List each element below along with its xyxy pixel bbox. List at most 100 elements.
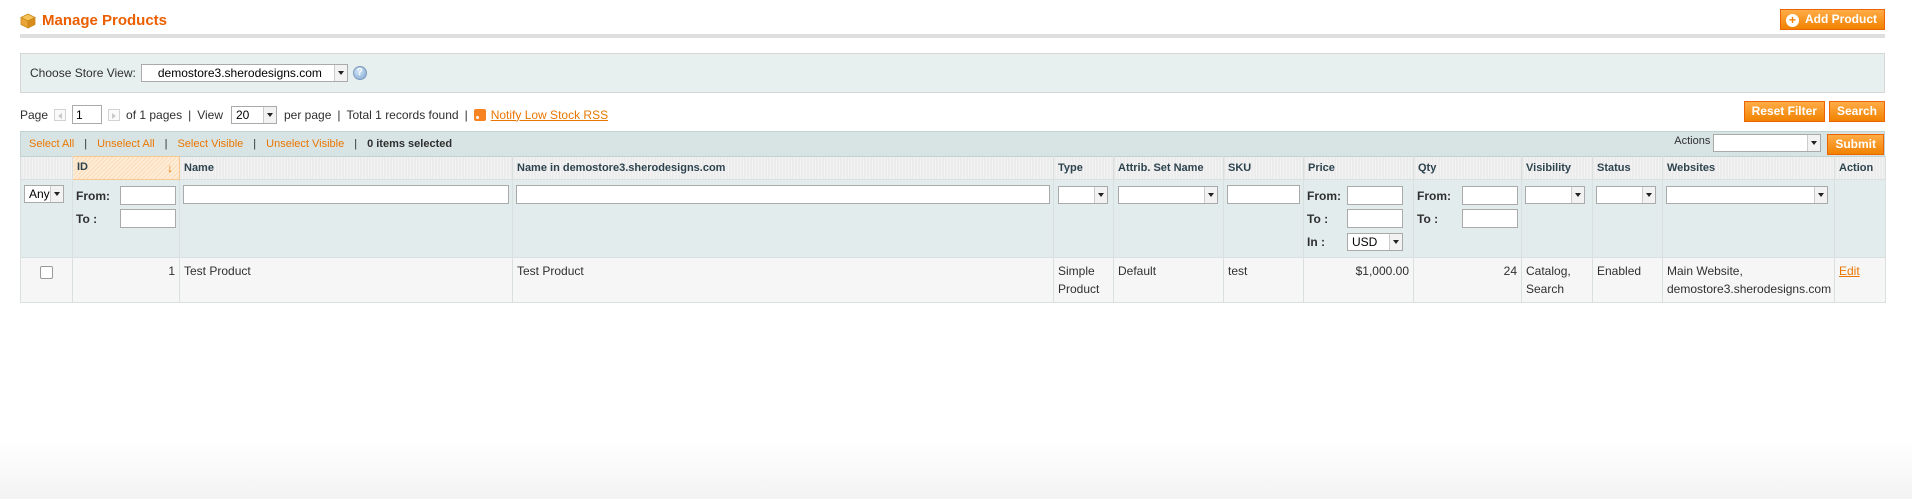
filter-store-name-cell	[512, 179, 1054, 258]
price-in-label: In :	[1307, 234, 1325, 249]
visibility-filter-select[interactable]	[1525, 186, 1585, 204]
unselect-all-link[interactable]: Unselect All	[97, 138, 154, 150]
pager-controls: Page of 1 pages | View 20 per page | Tot…	[20, 105, 608, 124]
filter-websites-cell	[1662, 179, 1835, 258]
row-websites: Main Website, demostore3.sherodesigns.com	[1662, 257, 1835, 303]
chevron-down-icon	[1389, 233, 1402, 250]
col-header-visibility[interactable]: Visibility	[1521, 156, 1593, 180]
row-visibility: Catalog, Search	[1521, 257, 1593, 303]
col-header-store-name[interactable]: Name in demostore3.sherodesigns.com	[512, 156, 1054, 180]
price-to-input[interactable]	[1347, 209, 1403, 228]
store-switcher-label: Choose Store View:	[30, 66, 136, 80]
col-header-status[interactable]: Status	[1592, 156, 1663, 180]
chevron-down-icon	[1814, 187, 1827, 203]
row-select-cell	[20, 257, 73, 303]
col-header-id[interactable]: ID ↓	[72, 156, 180, 180]
row-checkbox[interactable]	[40, 266, 53, 279]
name-filter-input[interactable]	[183, 185, 509, 204]
qty-from-input[interactable]	[1462, 186, 1518, 205]
sort-desc-icon: ↓	[167, 161, 173, 175]
separator: |	[84, 138, 88, 150]
filter-sku-cell	[1223, 179, 1304, 258]
content-area: Manage Products + Add Product Choose Stor…	[20, 0, 1886, 303]
col-header-name[interactable]: Name	[179, 156, 513, 180]
unselect-visible-link[interactable]: Unselect Visible	[266, 138, 344, 150]
select-all-link[interactable]: Select All	[29, 138, 74, 150]
grid-filter-row: Any From: To : From: To : In : USD From:…	[20, 179, 1886, 258]
row-qty: 24	[1413, 257, 1522, 303]
chevron-down-icon	[1094, 187, 1107, 203]
col-header-price[interactable]: Price	[1303, 156, 1414, 180]
col-header-sku[interactable]: SKU	[1223, 156, 1304, 180]
store-switcher: Choose Store View: demostore3.sherodesig…	[20, 53, 1885, 93]
col-header-id-label: ID	[77, 161, 88, 173]
row-websites-line-2: demostore3.sherodesigns.com	[1667, 282, 1832, 296]
id-to-input[interactable]	[120, 209, 176, 228]
currency-select[interactable]: USD	[1347, 232, 1403, 251]
separator: |	[354, 138, 358, 150]
row-websites-line-1: Main Website,	[1667, 264, 1743, 278]
col-header-websites[interactable]: Websites	[1662, 156, 1835, 180]
submit-button[interactable]: Submit	[1827, 134, 1884, 155]
page-footer-fade	[0, 440, 1912, 499]
page-title-block: Manage Products	[20, 12, 167, 29]
col-header-qty[interactable]: Qty	[1413, 156, 1522, 180]
pager-bar: Page of 1 pages | View 20 per page | Tot…	[20, 101, 1885, 131]
type-filter-select[interactable]	[1058, 186, 1108, 204]
store-view-value: demostore3.sherodesigns.com	[157, 66, 322, 80]
filter-attrib-cell	[1113, 179, 1224, 258]
websites-filter-select[interactable]	[1666, 186, 1828, 204]
per-page-select[interactable]: 20	[231, 105, 277, 124]
massaction-bar: Select All | Unselect All | Select Visib…	[20, 131, 1885, 156]
add-product-button[interactable]: + Add Product	[1780, 9, 1885, 30]
products-grid: ID ↓ Name Name in demostore3.sherodesigns…	[20, 156, 1886, 303]
reset-filter-button[interactable]: Reset Filter	[1743, 101, 1825, 122]
search-button[interactable]: Search	[1828, 101, 1885, 122]
filter-qty-cell: From: To :	[1413, 179, 1522, 258]
filter-visibility-cell	[1521, 179, 1593, 258]
page-header: Manage Products + Add Product	[20, 0, 1885, 38]
id-from-input[interactable]	[120, 186, 176, 205]
chevron-down-icon	[1642, 187, 1655, 203]
filter-status-cell	[1592, 179, 1663, 258]
separator: |	[253, 138, 257, 150]
page-number-input[interactable]	[72, 105, 103, 124]
notify-low-stock-link[interactable]: Notify Low Stock RSS	[491, 108, 608, 122]
row-type-line-1: Simple	[1058, 264, 1095, 278]
per-page-value: 20	[236, 107, 250, 122]
select-visible-link[interactable]: Select Visible	[177, 138, 243, 150]
store-view-select[interactable]: demostore3.sherodesigns.com	[140, 64, 348, 82]
next-page-icon[interactable]	[108, 108, 121, 121]
currency-value: USD	[1352, 234, 1378, 249]
col-header-attrib-set[interactable]: Attrib. Set Name	[1113, 156, 1224, 180]
total-records: Total 1 records found	[346, 107, 459, 122]
chevron-down-icon	[1571, 187, 1584, 203]
sku-filter-input[interactable]	[1227, 185, 1300, 204]
actions-select[interactable]	[1713, 134, 1822, 152]
page-count-text: of 1 pages	[126, 107, 183, 122]
edit-link[interactable]: Edit	[1839, 264, 1860, 278]
row-price: $1,000.00	[1303, 257, 1414, 303]
price-to-label: To :	[1307, 211, 1329, 226]
price-from-input[interactable]	[1347, 186, 1403, 205]
row-action-cell: Edit	[1834, 257, 1886, 303]
any-value: Any	[29, 187, 50, 201]
filter-price-cell: From: To : In : USD	[1303, 179, 1414, 258]
prev-page-icon[interactable]	[54, 108, 67, 121]
actions-label: Actions	[1674, 135, 1711, 147]
per-page-label: per page	[284, 107, 332, 122]
status-filter-select[interactable]	[1596, 186, 1656, 204]
qty-to-input[interactable]	[1462, 209, 1518, 228]
attrib-set-filter-select[interactable]	[1118, 186, 1218, 204]
row-visibility-line-1: Catalog,	[1526, 264, 1571, 278]
page-label: Page	[20, 107, 49, 122]
help-icon[interactable]: ?	[352, 66, 367, 80]
chevron-down-icon	[333, 65, 347, 81]
any-select[interactable]: Any	[24, 185, 64, 203]
add-product-label: Add Product	[1805, 12, 1877, 26]
col-header-type[interactable]: Type	[1053, 156, 1114, 180]
table-row[interactable]: 1 Test Product Test Product Simple Produc…	[20, 257, 1886, 303]
row-visibility-line-2: Search	[1526, 282, 1565, 296]
id-to-label: To :	[76, 211, 98, 226]
store-name-filter-input[interactable]	[516, 185, 1050, 204]
